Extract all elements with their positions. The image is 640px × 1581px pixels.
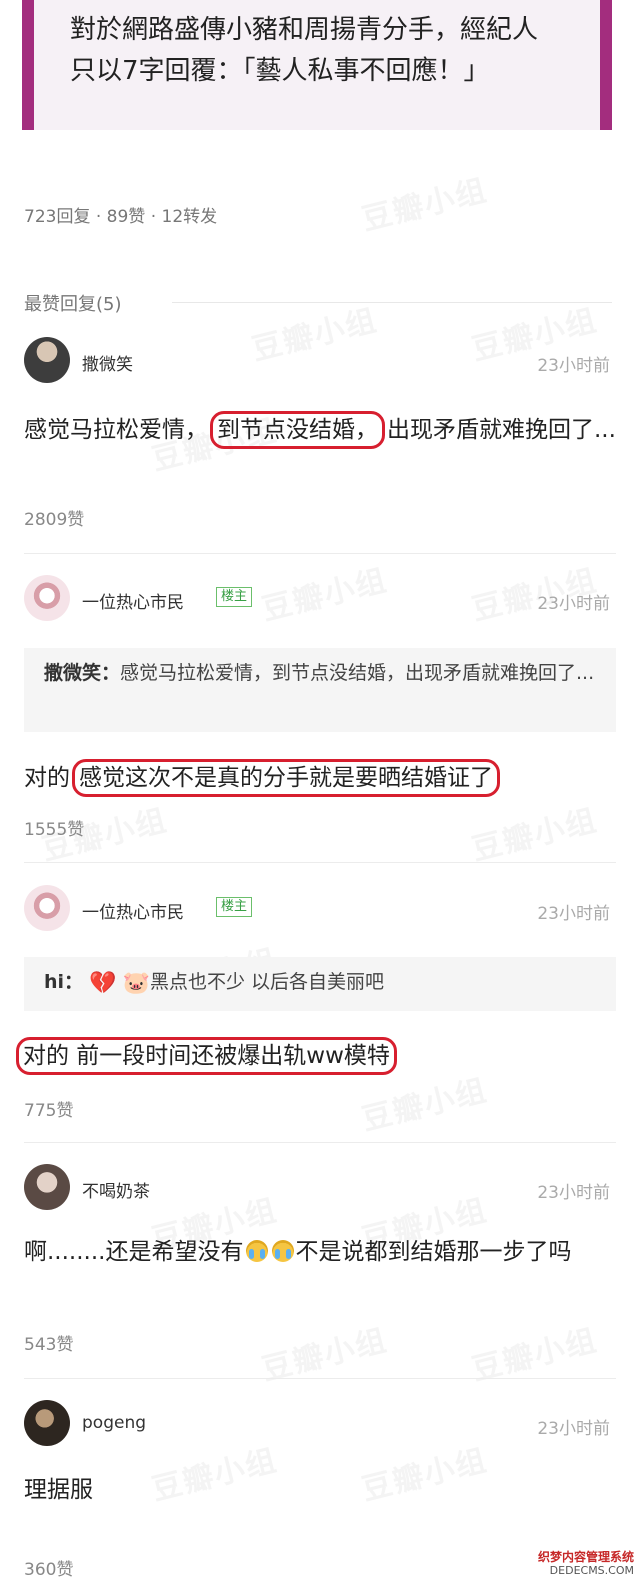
like-count[interactable]: 543赞 (24, 1330, 73, 1355)
reply-text: 对的 感觉这次不是真的分手就是要晒结婚证了 (24, 758, 616, 799)
avatar[interactable] (24, 575, 70, 621)
like-count[interactable]: 2809赞 (24, 505, 84, 530)
broken-heart-icon: 💔 (89, 971, 117, 996)
quoted-reply[interactable]: hi： 💔 🐷黑点也不少 以后各自美丽吧 (24, 957, 616, 1011)
quote-text: 感觉马拉松爱情，到节点没结婚，出现矛盾就难挽回了... (120, 662, 595, 684)
post-title: 對於網路盛傳小豬和周揚青分手，經紀人 只以7字回覆：「藝人私事不回應！」 (70, 10, 590, 92)
quote-author: hi： (44, 971, 84, 993)
reply-time: 23小时前 (537, 356, 610, 376)
reply-time: 23小时前 (537, 1419, 610, 1439)
avatar[interactable] (24, 337, 70, 383)
quoted-reply[interactable]: 撒微笑：感觉马拉松爱情，到节点没结婚，出现矛盾就难挽回了... (24, 648, 616, 732)
like-count[interactable]: 1555赞 (24, 815, 84, 840)
highlight-mark: 到节点没结婚， (210, 411, 385, 449)
post-stats: 723回复 · 89赞 · 12转发 (24, 207, 218, 227)
highlight-mark: 感觉这次不是真的分手就是要晒结婚证了 (72, 759, 500, 797)
reply-text-part: 对的 (24, 765, 70, 791)
reply-text: 理据服 (24, 1477, 93, 1503)
avatar[interactable] (24, 885, 70, 931)
reply-time: 23小时前 (537, 904, 610, 924)
avatar[interactable] (24, 1400, 70, 1446)
avatar[interactable] (24, 1164, 70, 1210)
username[interactable]: 撒微笑 (82, 350, 133, 375)
site-mark-line-2: DEDECMS.COM (549, 1564, 634, 1577)
quote-text: 黑点也不少 以后各自美丽吧 (149, 971, 384, 993)
reply-text-part: 感觉马拉松爱情， (24, 417, 208, 443)
quote-author: 撒微笑： (44, 662, 121, 684)
crying-face-icon (245, 1240, 268, 1262)
post-title-line-1: 對於網路盛傳小豬和周揚青分手，經紀人 (70, 15, 539, 45)
crying-face-icon (271, 1240, 294, 1262)
reply-text: 对的 前一段时间还被爆出轨ww模特 (14, 1036, 606, 1077)
username[interactable]: 不喝奶茶 (82, 1177, 150, 1202)
watermark: 豆瓣小组 (248, 302, 382, 368)
watermark: 豆瓣小组 (468, 802, 602, 868)
divider (24, 1142, 616, 1143)
reply-time: 23小时前 (537, 1183, 610, 1203)
op-badge: 楼主 (216, 897, 253, 917)
reply-text: 啊........还是希望没有 不是说都到结婚那一步了吗 (24, 1232, 616, 1273)
reply-text-part: 啊........还是希望没有 (24, 1239, 244, 1265)
post-title-banner: 對於網路盛傳小豬和周揚青分手，經紀人 只以7字回覆：「藝人私事不回應！」 (22, 0, 612, 130)
reply-text: 感觉马拉松爱情， 到节点没结婚， 出现矛盾就难挽回了... (24, 410, 616, 451)
divider (24, 1378, 616, 1379)
reply-time: 23小时前 (537, 594, 610, 614)
divider (24, 553, 616, 554)
username[interactable]: pogeng (82, 1413, 146, 1433)
section-title: 最赞回复(5) (24, 294, 122, 315)
highlight-mark: 对的 前一段时间还被爆出轨ww模特 (16, 1037, 397, 1075)
reply-text-part: 不是说都到结婚那一步了吗 (295, 1239, 572, 1265)
site-watermark-logo: 织梦内容管理系统 DEDECMS.COM (537, 1550, 634, 1578)
watermark: 豆瓣小组 (358, 172, 492, 238)
like-count[interactable]: 775赞 (24, 1096, 73, 1121)
reply-text-part: 出现矛盾就难挽回了... (387, 417, 616, 443)
section-divider (172, 302, 612, 303)
site-mark-line-1: 织梦内容管理系统 (537, 1550, 634, 1564)
like-count[interactable]: 360赞 (24, 1555, 73, 1580)
op-badge: 楼主 (216, 587, 253, 607)
watermark: 豆瓣小组 (258, 562, 392, 628)
pig-icon: 🐷 (122, 971, 150, 996)
username[interactable]: 一位热心市民 (82, 898, 184, 923)
post-title-line-2: 只以7字回覆：「藝人私事不回應！」 (70, 56, 490, 86)
divider (24, 862, 616, 863)
username[interactable]: 一位热心市民 (82, 588, 184, 613)
